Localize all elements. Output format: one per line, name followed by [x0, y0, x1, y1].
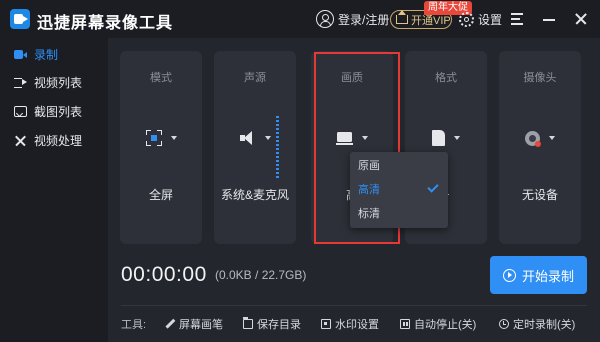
start-recording-button[interactable]: 开始录制: [490, 256, 587, 294]
sound-selector[interactable]: [214, 127, 296, 149]
settings-button[interactable]: 设置: [459, 9, 502, 29]
save-directory-button[interactable]: 保存目录: [243, 316, 301, 332]
close-icon[interactable]: [572, 10, 590, 28]
tool-item-label: 水印设置: [335, 319, 379, 331]
camera-selector[interactable]: [499, 127, 581, 149]
dropdown-option-label: 高清: [358, 184, 380, 196]
folder-icon: [243, 317, 253, 329]
pen-icon: [165, 319, 175, 329]
sidebar-item-label: 视频列表: [34, 75, 83, 90]
main-panel: 模式 全屏 声源 系统&麦克风 画质 高 格式 4: [108, 38, 600, 342]
play-icon: [502, 268, 516, 282]
mode-card[interactable]: 模式 全屏: [120, 51, 202, 244]
sidebar-item-video-list[interactable]: 视频列表: [0, 68, 108, 96]
dropdown-option-hd[interactable]: 高清: [350, 178, 448, 202]
start-recording-label: 开始录制: [521, 268, 574, 284]
file-icon: [432, 130, 445, 146]
tools-icon: [14, 135, 27, 146]
login-button[interactable]: 登录/注册: [316, 9, 389, 29]
chevron-down-icon: [549, 136, 555, 140]
chevron-down-icon: [454, 136, 460, 140]
app-title: 迅捷屏幕录像工具: [37, 15, 174, 32]
card-value: 系统&麦克风: [220, 188, 289, 202]
fullscreen-icon: [145, 130, 162, 146]
app-logo-icon: [10, 9, 30, 29]
title-bar: 迅捷屏幕录像工具 登录/注册 开通VIP 周年大促 设置: [0, 0, 600, 38]
tool-item-label: 自动停止(关): [414, 319, 477, 331]
volume-level-meter: [276, 116, 279, 178]
crown-icon: [396, 10, 408, 24]
checkmark-icon: [427, 181, 439, 193]
quality-dropdown-menu: 原画 高清 标清: [350, 152, 448, 228]
sound-source-card[interactable]: 声源 系统&麦克风: [214, 51, 296, 244]
sidebar-item-label: 截图列表: [34, 104, 83, 119]
tools-bar: 工具: 屏幕画笔 保存目录 水印设置 自动停止(关) 定时录制(关): [121, 316, 591, 332]
settings-label: 设置: [478, 12, 503, 27]
login-label: 登录/注册: [338, 12, 390, 27]
card-value: 全屏: [148, 188, 173, 202]
chevron-down-icon: [264, 136, 271, 140]
sidebar-item-record[interactable]: 录制: [0, 40, 108, 68]
file-size-info: (0.0KB / 22.7GB): [215, 268, 307, 282]
tool-item-label: 保存目录: [257, 319, 301, 331]
image-list-icon: [14, 105, 27, 117]
watermark-icon: [321, 319, 331, 329]
video-list-icon: [14, 77, 27, 88]
card-value: 无设备: [521, 188, 558, 202]
minimize-icon[interactable]: [540, 10, 558, 28]
user-icon: [316, 10, 334, 28]
tool-item-label: 定时录制(关): [513, 319, 576, 331]
gear-icon: [459, 11, 474, 27]
record-icon: [14, 49, 27, 60]
card-label: 声源: [244, 72, 266, 84]
camera-card[interactable]: 摄像头 无设备: [499, 51, 581, 244]
sidebar-item-label: 视频处理: [34, 133, 83, 148]
mode-selector[interactable]: [120, 127, 202, 149]
chevron-down-icon: [170, 136, 177, 140]
card-label: 摄像头: [523, 72, 557, 84]
scheduled-recording-button[interactable]: 定时录制(关): [499, 316, 575, 332]
menu-icon[interactable]: [508, 10, 526, 28]
format-selector[interactable]: [405, 127, 487, 149]
card-label: 格式: [435, 72, 457, 84]
tools-label: 工具:: [121, 319, 147, 331]
watermark-settings-button[interactable]: 水印设置: [321, 316, 379, 332]
divider: [121, 305, 587, 306]
sidebar-item-video-processing[interactable]: 视频处理: [0, 126, 108, 154]
sidebar-item-label: 录制: [34, 47, 59, 62]
dropdown-option-sd[interactable]: 标清: [350, 202, 448, 226]
dropdown-option-original[interactable]: 原画: [350, 154, 448, 178]
webcam-icon: [525, 130, 541, 147]
tool-item-label: 屏幕画笔: [179, 319, 223, 331]
card-label: 模式: [150, 72, 172, 84]
screen-pen-button[interactable]: 屏幕画笔: [165, 316, 223, 332]
speaker-icon: [239, 131, 256, 145]
clock-icon: [499, 319, 509, 329]
auto-stop-button[interactable]: 自动停止(关): [400, 316, 476, 332]
sidebar-item-image-list[interactable]: 截图列表: [0, 97, 108, 125]
sidebar: 录制 视频列表 截图列表 视频处理: [0, 38, 108, 342]
recording-timer: 00:00:00: [121, 263, 207, 286]
stop-icon: [400, 319, 410, 329]
